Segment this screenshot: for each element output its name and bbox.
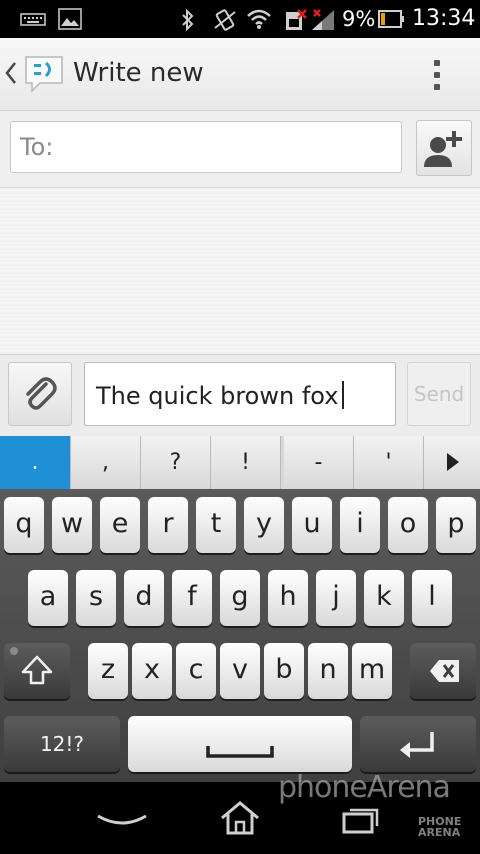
home-icon — [221, 801, 259, 835]
key-g[interactable]: g — [220, 570, 260, 626]
key-y[interactable]: y — [244, 497, 284, 553]
suggestion-next-button[interactable] — [424, 436, 480, 489]
key-m[interactable]: m — [352, 643, 392, 699]
key-o[interactable]: o — [388, 497, 428, 553]
suggestion-dash[interactable]: - — [284, 436, 354, 489]
key-l[interactable]: l — [412, 570, 452, 626]
key-k[interactable]: k — [364, 570, 404, 626]
paperclip-icon — [26, 377, 57, 410]
to-placeholder: To: — [20, 133, 54, 161]
battery-icon — [378, 8, 404, 30]
enter-arrow-icon — [400, 732, 434, 758]
key-a[interactable]: a — [28, 570, 68, 626]
page-title: Write new — [73, 58, 204, 88]
action-bar: Write new — [0, 38, 480, 111]
key-i[interactable]: i — [340, 497, 380, 553]
sim-error-icon — [282, 8, 308, 30]
messaging-app-icon[interactable] — [22, 53, 66, 95]
add-contact-button[interactable] — [416, 120, 472, 176]
key-v[interactable]: v — [220, 643, 260, 699]
space-key[interactable] — [128, 716, 352, 772]
signal-icon — [310, 8, 336, 30]
key-q[interactable]: q — [4, 497, 44, 553]
clock: 13:34 — [412, 6, 476, 31]
key-z[interactable]: z — [88, 643, 128, 699]
key-e[interactable]: e — [100, 497, 140, 553]
suggestion-exclamation[interactable]: ! — [211, 436, 281, 489]
battery-percent: 9% — [342, 7, 376, 31]
key-f[interactable]: f — [172, 570, 212, 626]
back-arrow-icon — [97, 814, 147, 825]
back-chevron-icon[interactable] — [4, 60, 18, 86]
shift-key[interactable] — [4, 643, 70, 699]
vibrate-icon — [212, 8, 238, 31]
conversation-area — [0, 188, 480, 354]
back-nav-button[interactable] — [94, 806, 150, 832]
symbols-key[interactable]: 12!? — [4, 716, 120, 772]
send-button[interactable]: Send — [407, 362, 471, 426]
key-u[interactable]: u — [292, 497, 332, 553]
key-p[interactable]: p — [436, 497, 476, 553]
keyboard-icon — [20, 8, 46, 30]
suggestion-comma[interactable]: , — [71, 436, 141, 489]
key-j[interactable]: j — [316, 570, 356, 626]
backspace-key[interactable] — [410, 643, 476, 699]
key-h[interactable]: h — [268, 570, 308, 626]
suggestion-question[interactable]: ? — [141, 436, 211, 489]
backspace-icon — [430, 660, 459, 682]
key-n[interactable]: n — [308, 643, 348, 699]
home-nav-button[interactable] — [218, 800, 262, 836]
message-text: The quick brown fox — [96, 381, 345, 410]
watermark-brand: phoneArena — [278, 770, 451, 805]
add-contact-icon — [424, 131, 462, 167]
watermark-brand-small: PHONE ARENA — [418, 815, 462, 839]
recent-apps-icon — [342, 808, 379, 834]
enter-key[interactable] — [360, 716, 476, 772]
status-bar: 9% 13:34 — [0, 0, 480, 38]
key-t[interactable]: t — [196, 497, 236, 553]
text-caret — [342, 381, 345, 409]
recent-apps-button[interactable] — [340, 806, 380, 834]
overflow-menu-icon[interactable] — [426, 58, 448, 92]
suggestion-apostrophe[interactable]: ' — [354, 436, 424, 489]
wifi-icon — [246, 8, 272, 30]
image-icon — [58, 8, 82, 30]
key-d[interactable]: d — [124, 570, 164, 626]
suggestion-period[interactable]: . — [0, 436, 71, 489]
key-c[interactable]: c — [176, 643, 216, 699]
attach-button[interactable] — [8, 362, 72, 426]
shift-arrow-icon — [10, 647, 53, 685]
key-x[interactable]: x — [132, 643, 172, 699]
to-field[interactable] — [10, 121, 402, 173]
message-text-value: The quick brown fox — [96, 382, 339, 410]
space-bar-icon — [206, 746, 274, 758]
key-w[interactable]: w — [52, 497, 92, 553]
key-b[interactable]: b — [264, 643, 304, 699]
play-arrow-icon — [447, 453, 459, 471]
bluetooth-icon — [180, 8, 196, 32]
key-r[interactable]: r — [148, 497, 188, 553]
key-s[interactable]: s — [76, 570, 116, 626]
